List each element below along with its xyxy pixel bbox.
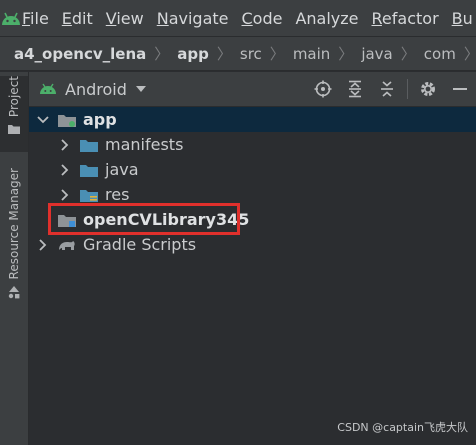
- breadcrumb-item-project[interactable]: a4_opencv_lena: [14, 45, 146, 63]
- tree-item-label: manifests: [105, 135, 184, 154]
- resource-manager-tab-label: Resource Manager: [7, 168, 21, 280]
- project-toolbar: Android: [29, 72, 476, 107]
- tree-item-label: app: [83, 110, 117, 129]
- folder-icon: [79, 161, 99, 179]
- tree-item-label: java: [105, 160, 139, 179]
- breadcrumb-item-src[interactable]: src: [240, 45, 262, 63]
- tree-item-app[interactable]: app: [29, 107, 476, 132]
- resource-manager-icon: [8, 286, 20, 299]
- tree-item-label: Gradle Scripts: [83, 235, 197, 254]
- chevron-right-icon[interactable]: [57, 138, 73, 151]
- minimize-icon[interactable]: [444, 72, 476, 106]
- toolbar-divider: [407, 79, 408, 99]
- tree-item-label: res: [105, 185, 130, 204]
- gradle-icon: [57, 236, 77, 254]
- chevron-down-icon: [135, 86, 146, 92]
- locate-icon[interactable]: [307, 72, 339, 106]
- breadcrumb-separator-icon: 〉: [464, 43, 476, 64]
- res-folder-icon: [79, 186, 99, 204]
- chevron-right-icon[interactable]: [35, 238, 51, 251]
- breadcrumb-separator-icon: 〉: [216, 45, 232, 63]
- highlight-annotation-box: [48, 203, 240, 235]
- breadcrumb: a4_opencv_lena 〉 app 〉 src 〉 main 〉 java…: [0, 37, 476, 71]
- tree-item-manifests[interactable]: manifests: [29, 132, 476, 157]
- folder-icon: [79, 136, 99, 154]
- project-tree: app manifests java res openCVLibrary345 …: [29, 107, 476, 445]
- menu-bar: File Edit View Navigate Code Analyze Ref…: [0, 0, 476, 37]
- breadcrumb-item-java[interactable]: java: [361, 45, 392, 63]
- android-studio-logo-icon: [0, 0, 22, 36]
- menu-view[interactable]: View: [106, 9, 144, 28]
- csdn-watermark: CSDN @captain飞虎大队: [337, 421, 468, 434]
- menu-refactor[interactable]: Refactor: [372, 9, 439, 28]
- view-mode-dropdown[interactable]: Android: [39, 80, 146, 99]
- menu-file[interactable]: File: [22, 9, 49, 28]
- resource-manager-tool-tab[interactable]: Resource Manager: [0, 168, 28, 318]
- view-mode-label: Android: [65, 79, 127, 99]
- project-tab-label: Project: [7, 76, 21, 118]
- chevron-down-icon[interactable]: [35, 115, 51, 124]
- breadcrumb-separator-icon: 〉: [154, 45, 170, 63]
- android-icon: [40, 83, 56, 94]
- menu-build[interactable]: Bu: [452, 9, 473, 28]
- breadcrumb-item-com[interactable]: com: [424, 45, 456, 63]
- left-tool-strip: Project Resource Manager: [0, 72, 29, 445]
- menu-analyze[interactable]: Analyze: [295, 9, 358, 28]
- tree-item-java[interactable]: java: [29, 157, 476, 182]
- breadcrumb-separator-icon: 〉: [400, 45, 416, 63]
- module-folder-icon: [57, 111, 77, 129]
- menu-navigate[interactable]: Navigate: [157, 9, 229, 28]
- menu-edit[interactable]: Edit: [62, 9, 93, 28]
- breadcrumb-separator-icon: 〉: [269, 45, 285, 63]
- chevron-right-icon[interactable]: [57, 163, 73, 176]
- project-folder-icon: [8, 125, 20, 135]
- chevron-right-icon[interactable]: [57, 188, 73, 201]
- expand-all-icon[interactable]: [339, 72, 371, 106]
- menu-code[interactable]: Code: [242, 9, 283, 28]
- tree-item-gradle-scripts[interactable]: Gradle Scripts: [29, 232, 476, 257]
- breadcrumb-item-app[interactable]: app: [177, 45, 209, 63]
- gear-icon[interactable]: [412, 72, 444, 106]
- breadcrumb-separator-icon: 〉: [338, 45, 354, 63]
- collapse-all-icon[interactable]: [371, 72, 403, 106]
- project-tool-tab[interactable]: Project: [0, 76, 28, 152]
- breadcrumb-item-main[interactable]: main: [293, 45, 330, 63]
